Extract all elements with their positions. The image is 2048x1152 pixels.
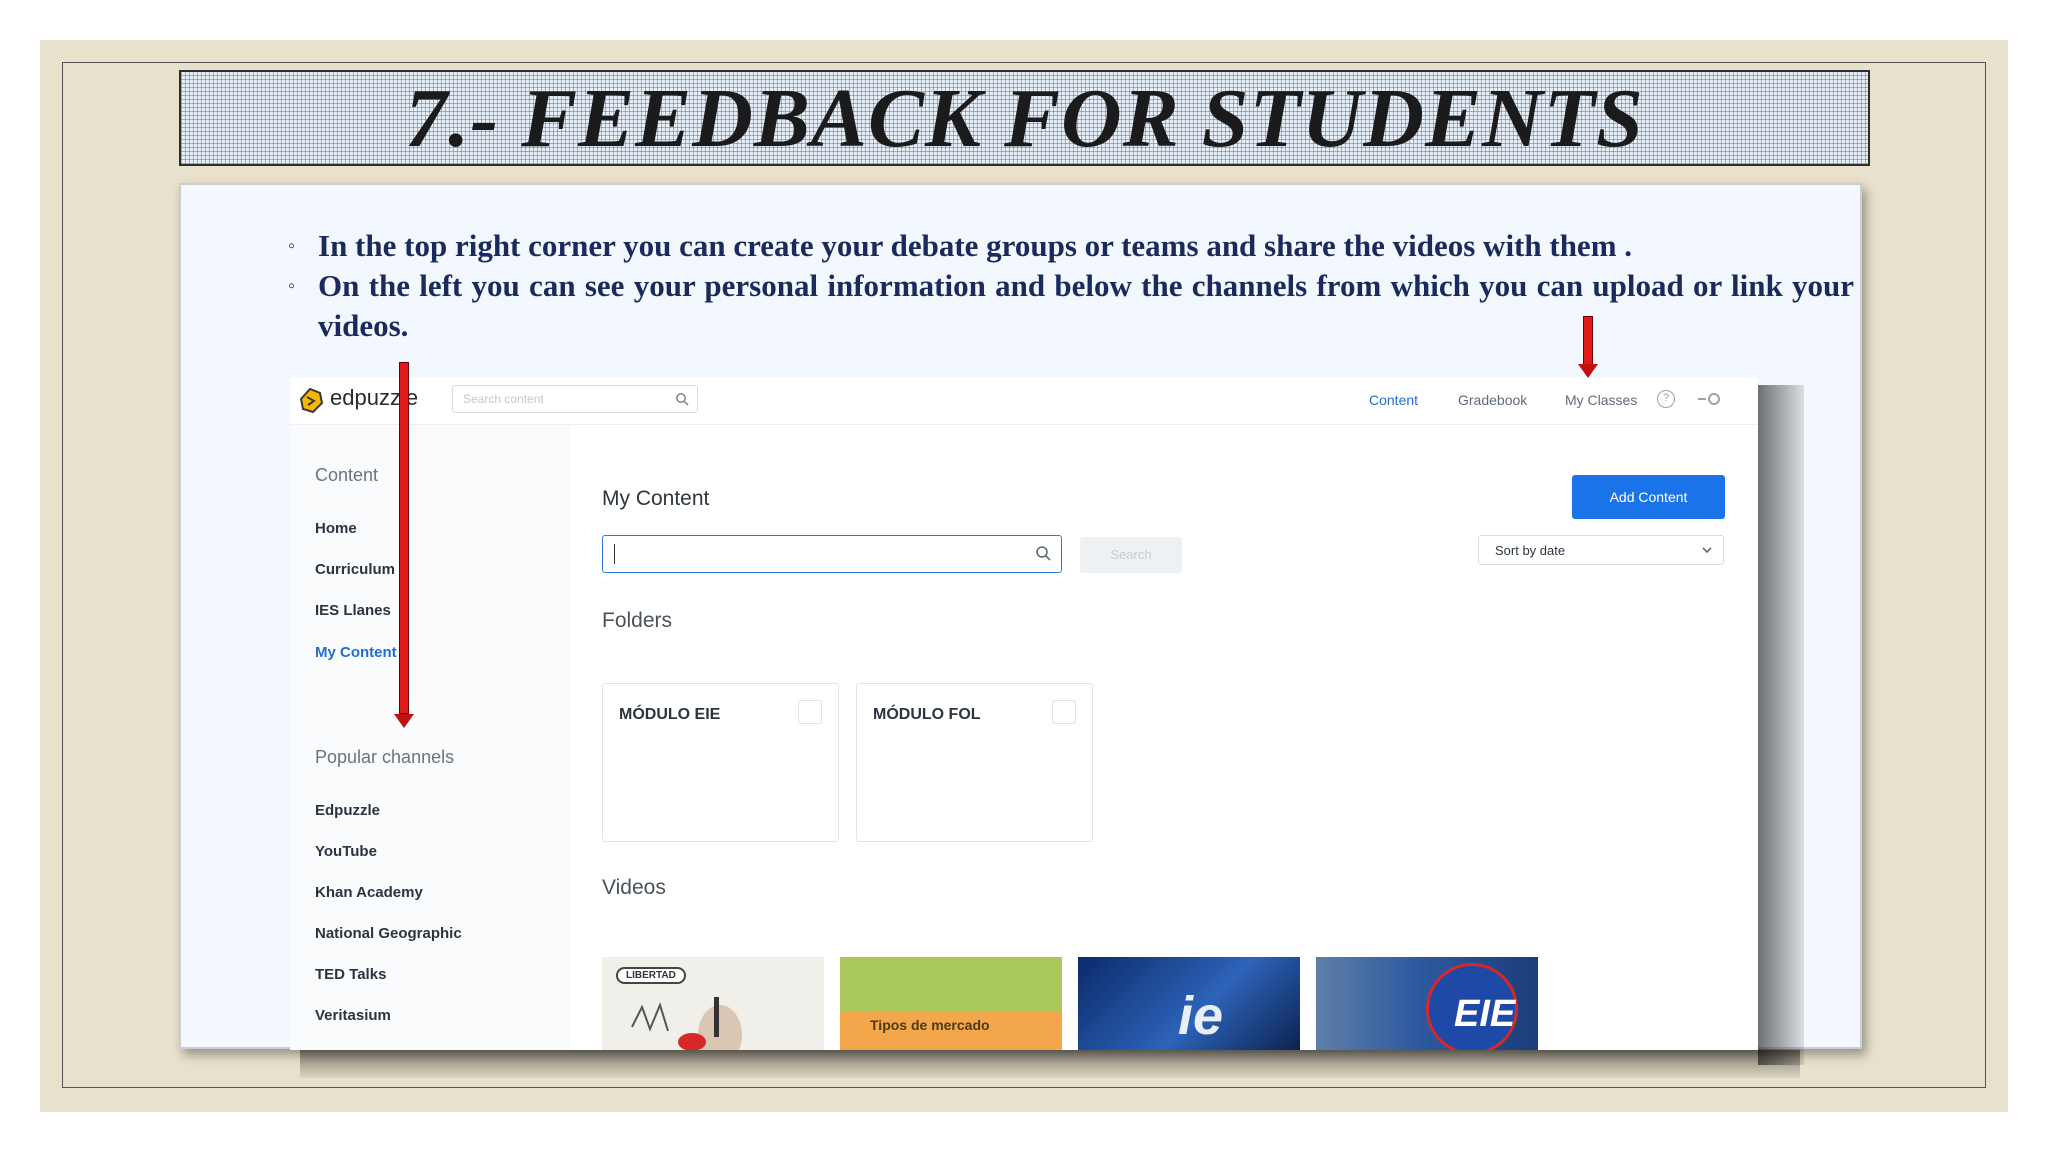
nav-content[interactable]: Content [1369,392,1418,408]
bullet-text: In the top right corner you can create y… [318,228,1633,263]
edpuzzle-topbar: edpuzzle Search content Content Gradeboo… [290,377,1758,425]
content-search-input[interactable] [602,535,1062,573]
sidebar-item-my-content[interactable]: My Content [315,644,397,661]
hand-drawing-icon [631,997,742,1050]
folder-name: MÓDULO EIE [619,706,721,723]
global-search-input[interactable]: Search content [452,385,698,413]
bullet-text: On the left you can see your personal in… [318,268,1854,343]
bullet-list: ◦ In the top right corner you can create … [284,226,1854,346]
videos-heading: Videos [602,876,666,899]
user-menu-icon[interactable] [1696,390,1724,408]
red-arrow-head-right [1578,364,1598,378]
sidebar-item-curriculum[interactable]: Curriculum [315,561,395,578]
folder-checkbox[interactable] [798,700,822,724]
screenshot-shadow-bottom [300,1050,1800,1078]
folder-card[interactable]: MÓDULO EIE [602,683,839,842]
bullet-item: ◦ On the left you can see your personal i… [284,266,1854,346]
channel-national-geographic[interactable]: National Geographic [315,925,462,942]
red-arrow-head-left [394,714,414,728]
global-search-placeholder: Search content [463,392,544,406]
text-cursor [614,544,615,564]
sidebar-item-home[interactable]: Home [315,520,357,537]
video-thumbnail[interactable]: ie [1078,957,1300,1050]
red-arrow-shaft-right [1583,316,1593,366]
search-icon[interactable] [675,392,689,406]
channel-ted-talks[interactable]: TED Talks [315,966,386,983]
video-thumbnail[interactable]: Tipos de mercado [840,957,1062,1050]
thumbnail-title: ie [1178,986,1224,1046]
video-thumbnail[interactable]: LIBERTAD [602,957,824,1050]
sidebar-heading-channels: Popular channels [315,747,455,767]
sidebar-heading-content: Content [315,465,379,485]
chevron-down-icon [1702,547,1712,554]
edpuzzle-logo-icon[interactable] [296,385,326,415]
folder-name: MÓDULO FOL [873,706,981,723]
thumbnail-title: Tipos de mercado [870,1017,990,1033]
page-title: My Content [602,487,710,510]
add-content-button[interactable]: Add Content [1572,475,1725,519]
nav-my-classes[interactable]: My Classes [1565,392,1637,408]
bullet-marker: ◦ [288,235,296,257]
sidebar-item-ies-llanes[interactable]: IES Llanes [315,602,391,619]
channel-youtube[interactable]: YouTube [315,843,377,860]
sort-select-value: Sort by date [1495,543,1566,558]
bullet-marker: ◦ [288,275,296,297]
nav-gradebook[interactable]: Gradebook [1458,392,1527,408]
title-banner: 7.- FEEDBACK FOR STUDENTS [179,70,1870,166]
search-icon[interactable] [1035,545,1051,561]
channel-khan-academy[interactable]: Khan Academy [315,884,423,901]
screenshot-shadow-right [1758,385,1804,1065]
edpuzzle-screenshot: edpuzzle Search content Content Gradeboo… [290,377,1758,1050]
search-button[interactable]: Search [1080,537,1182,573]
folders-heading: Folders [602,609,673,632]
channel-edpuzzle[interactable]: Edpuzzle [315,802,380,819]
edpuzzle-sidebar: Content Home Curriculum IES Llanes My Co… [290,425,570,1050]
folder-card[interactable]: MÓDULO FOL [856,683,1093,842]
red-arrow-shaft-left [399,362,409,714]
help-icon[interactable]: ? [1657,390,1675,408]
sort-select[interactable]: Sort by date [1478,535,1724,565]
thumbnail-title: EIE [1454,993,1516,1035]
bullet-item: ◦ In the top right corner you can create … [284,226,1854,266]
folder-checkbox[interactable] [1052,700,1076,724]
video-thumbnail[interactable]: EIE [1316,957,1538,1050]
channel-veritasium[interactable]: Veritasium [315,1007,391,1024]
slide-title: 7.- FEEDBACK FOR STUDENTS [405,71,1644,165]
